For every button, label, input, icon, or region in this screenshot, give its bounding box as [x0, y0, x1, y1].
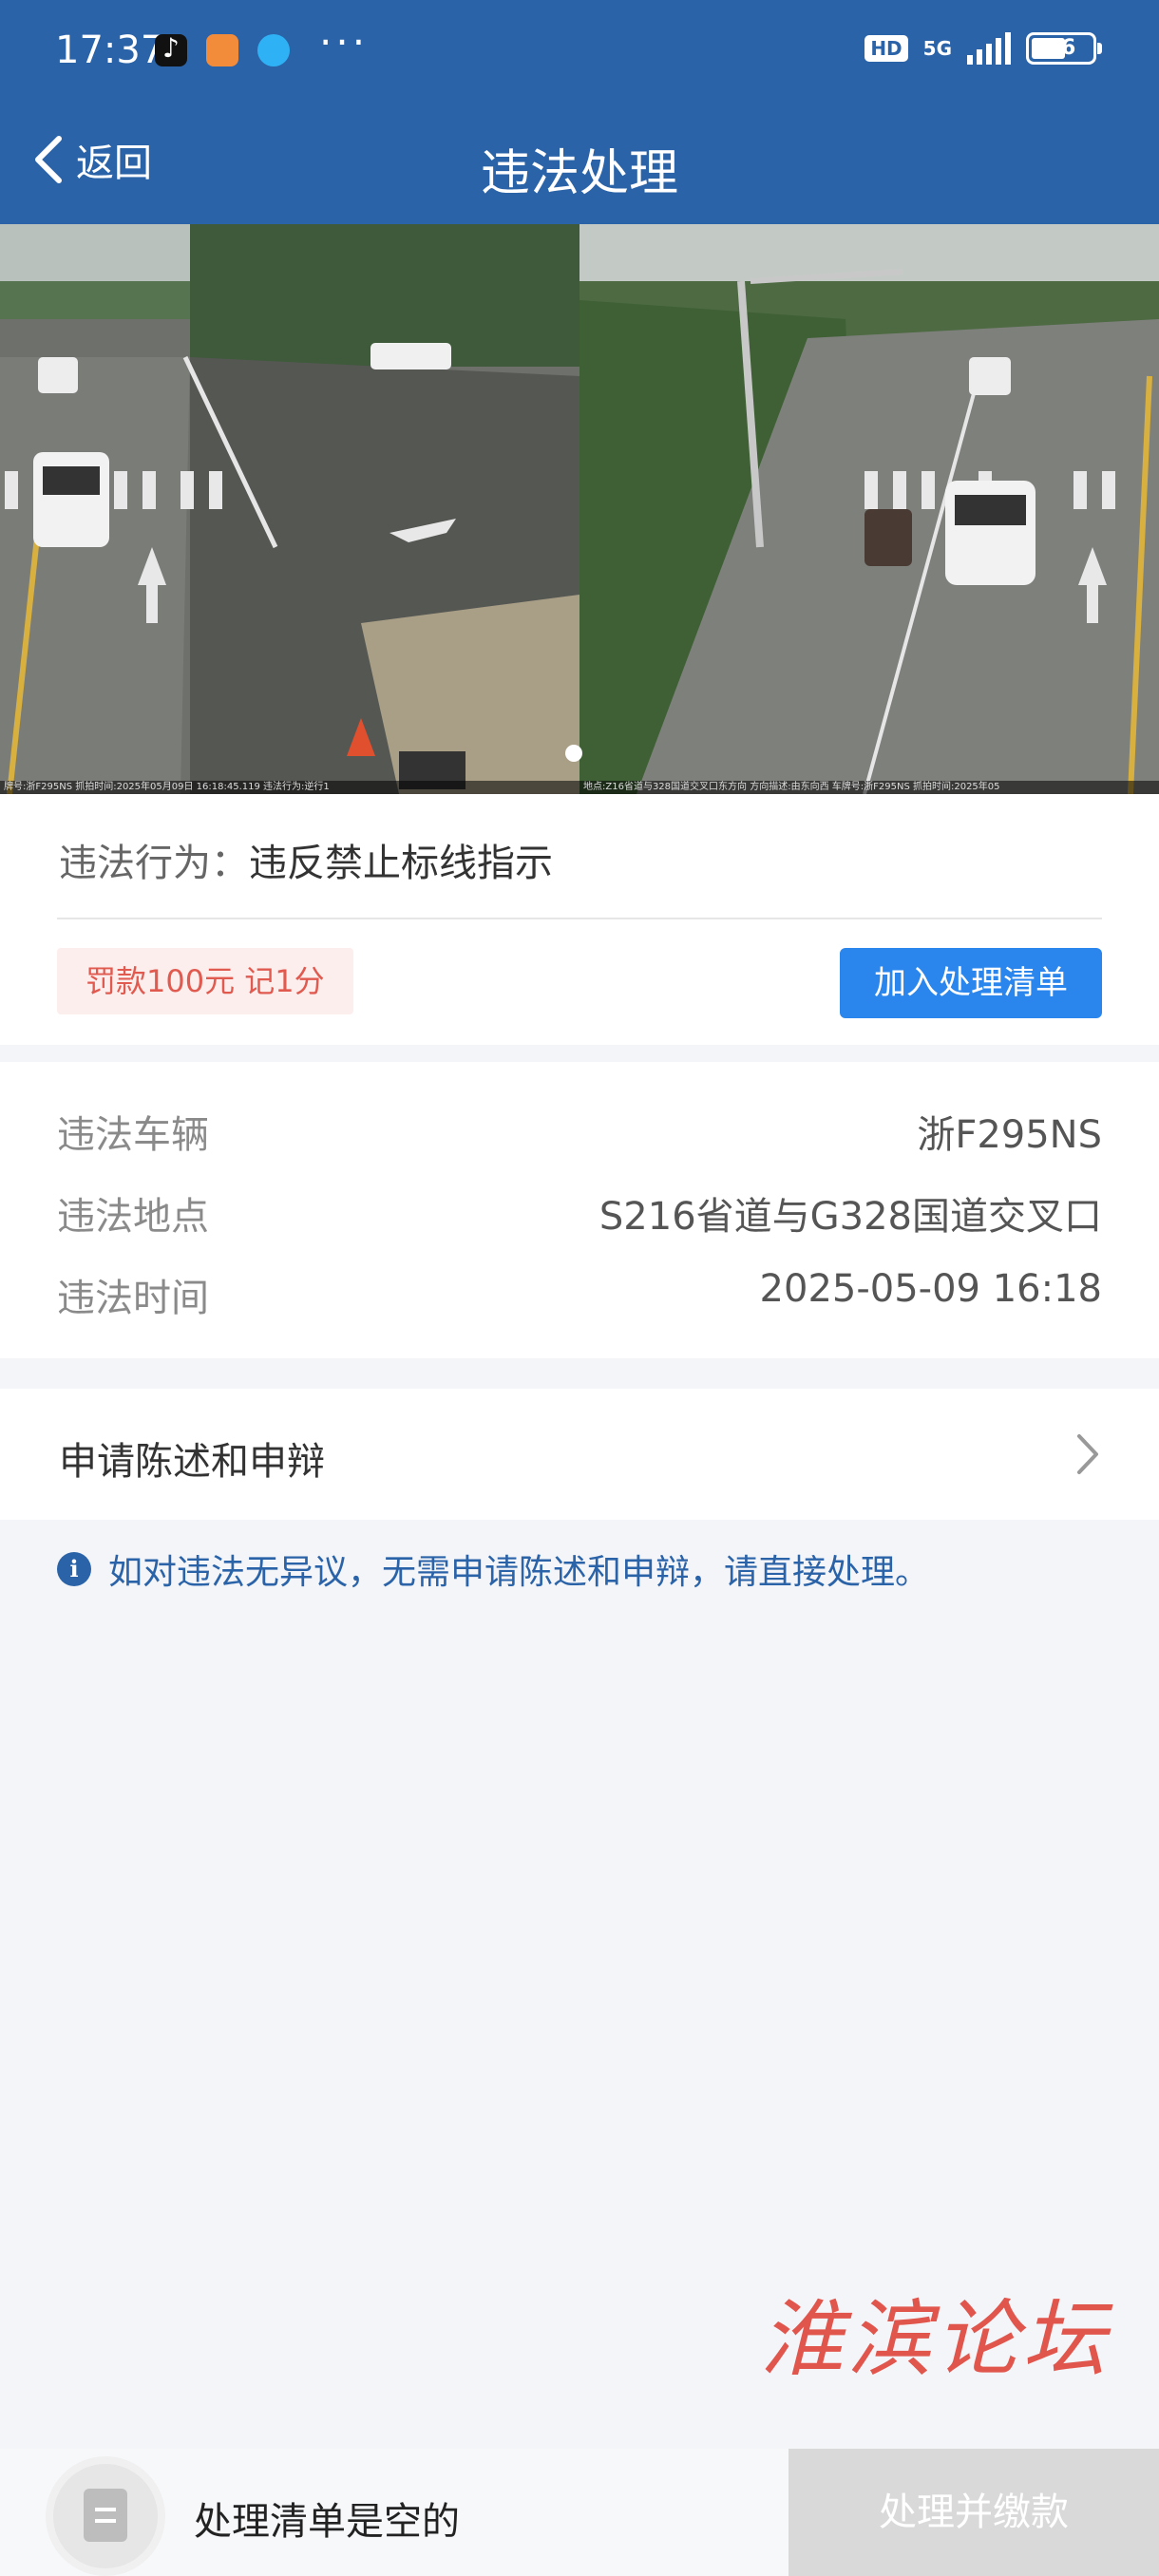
notification-icons — [155, 32, 290, 66]
traffic-camera-image — [0, 224, 580, 794]
info-icon: i — [57, 1552, 91, 1586]
appeal-row[interactable]: 申请陈述和申辩 — [0, 1389, 1159, 1520]
detail-key: 违法地点 — [57, 1195, 209, 1239]
signal-icon — [967, 32, 1011, 65]
network-type: 5G — [922, 37, 952, 60]
status-right: HD 5G 56 — [864, 32, 1102, 65]
evidence-photo[interactable]: 地点:Z16省道与328国道交叉口东方向 方向描述:由东向西 车牌号:浙F295… — [580, 224, 1159, 794]
detail-row-time: 违法时间 2025-05-09 16:18 — [57, 1267, 1102, 1324]
notice-text: 如对违法无异议，无需申请陈述和申辩，请直接处理。 — [108, 1553, 930, 1592]
behavior-key: 违法行为： — [59, 842, 249, 885]
battery-icon: 56 — [1026, 32, 1102, 65]
shopping-bag-icon — [206, 34, 238, 66]
page-title: 违法处理 — [480, 145, 678, 202]
detail-value: 浙F295NS — [917, 1113, 1102, 1157]
carousel-indicator — [565, 745, 582, 762]
detail-row-location: 违法地点 S216省道与G328国道交叉口 — [57, 1185, 1102, 1242]
process-list-button[interactable] — [46, 2456, 165, 2576]
detail-key: 违法时间 — [57, 1277, 209, 1320]
divider — [57, 918, 1102, 919]
fine-badge: 罚款100元 记1分 — [57, 948, 353, 1014]
forum-watermark: 淮滨论坛 — [760, 2290, 1111, 2388]
detail-key: 违法车辆 — [57, 1113, 209, 1157]
violation-behavior: 违法行为：违反禁止标线指示 — [59, 832, 553, 887]
carousel-dot-active — [565, 745, 582, 762]
violation-details: 违法车辆 浙F295NS 违法地点 S216省道与G328国道交叉口 违法时间 … — [0, 1062, 1159, 1358]
status-time: 17:37 — [55, 28, 165, 72]
info-notice: i 如对违法无异议，无需申请陈述和申辩，请直接处理。 — [57, 1544, 929, 1594]
battery-level: 56 — [1046, 36, 1076, 60]
nav-bar: 返回 违法处理 — [0, 104, 1159, 224]
traffic-camera-image — [580, 224, 1159, 794]
evidence-photo-carousel[interactable]: 牌号:浙F295NS 抓拍时间:2025年05月09日 16:18:45.119… — [0, 224, 1159, 794]
bottom-bar: 处理清单是空的 处理并缴款 — [0, 2449, 1159, 2576]
chevron-right-icon — [1077, 1434, 1098, 1474]
tiktok-icon — [155, 32, 187, 66]
list-empty-label: 处理清单是空的 — [194, 2500, 460, 2544]
status-bar: 17:37 ··· HD 5G 56 — [0, 0, 1159, 104]
hd-icon: HD — [864, 35, 908, 62]
appeal-label: 申请陈述和申辩 — [59, 1440, 325, 1484]
app-header: 17:37 ··· HD 5G 56 返回 违法处理 — [0, 0, 1159, 224]
add-to-list-button[interactable]: 加入处理清单 — [840, 948, 1102, 1018]
browser-icon — [257, 34, 290, 66]
behavior-value: 违反禁止标线指示 — [249, 842, 553, 885]
process-and-pay-button[interactable]: 处理并缴款 — [788, 2449, 1159, 2576]
detail-value: S216省道与G328国道交叉口 — [598, 1195, 1102, 1239]
violation-card: 违法行为：违反禁止标线指示 罚款100元 记1分 加入处理清单 — [0, 794, 1159, 1045]
detail-value: 2025-05-09 16:18 — [759, 1267, 1102, 1311]
more-notifications-icon: ··· — [319, 19, 370, 66]
detail-row-vehicle: 违法车辆 浙F295NS — [57, 1104, 1102, 1161]
photo-caption: 地点:Z16省道与328国道交叉口东方向 方向描述:由东向西 车牌号:浙F295… — [580, 781, 1159, 794]
document-list-icon — [84, 2489, 127, 2542]
photo-caption: 牌号:浙F295NS 抓拍时间:2025年05月09日 16:18:45.119… — [0, 781, 580, 794]
evidence-photo[interactable]: 牌号:浙F295NS 抓拍时间:2025年05月09日 16:18:45.119… — [0, 224, 580, 794]
